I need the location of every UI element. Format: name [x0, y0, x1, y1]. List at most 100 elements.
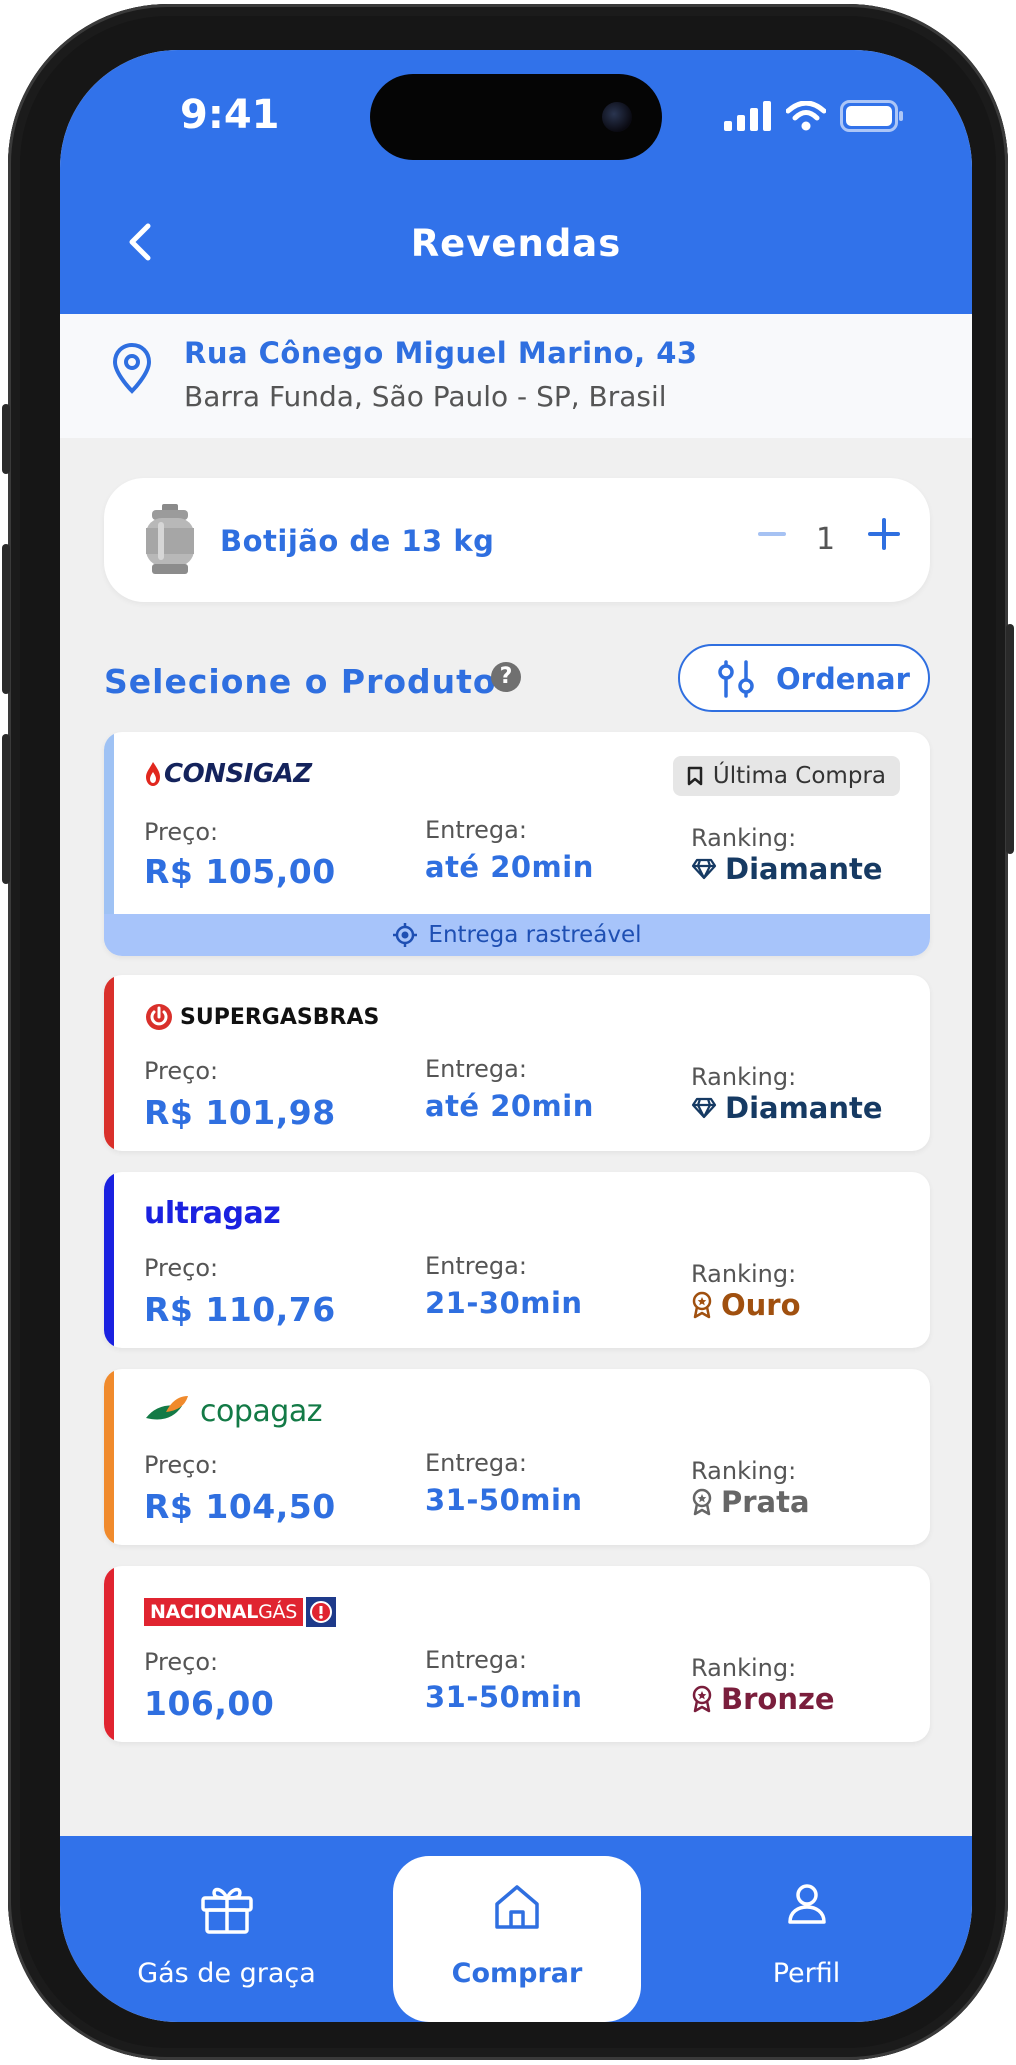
- tab-free-gas[interactable]: Gás de graça: [60, 1836, 393, 2022]
- delivery-label: Entrega:: [425, 816, 527, 844]
- increase-quantity-button[interactable]: [864, 514, 904, 554]
- seller-ranking: Prata: [691, 1485, 810, 1519]
- seller-ranking: Diamante: [691, 1091, 883, 1125]
- status-icons: [724, 100, 904, 132]
- side-button: [2, 404, 10, 474]
- seller-delivery-time: 31-50min: [425, 1680, 583, 1714]
- tab-profile-label: Perfil: [772, 1958, 841, 1989]
- card-stripe: [104, 1172, 114, 1348]
- seller-price: R$ 110,76: [144, 1290, 336, 1329]
- consigaz-logo-text: CONSIGAZ: [164, 759, 312, 789]
- power-button: [1006, 624, 1014, 854]
- dynamic-island: [370, 74, 662, 160]
- price-label: Preço:: [144, 1451, 219, 1479]
- copagaz-leaf-icon: [146, 1396, 188, 1420]
- product-selector: Botijão de 13 kg 1: [104, 478, 930, 602]
- ranking-value: Diamante: [725, 852, 883, 886]
- nacionalgas-emblem-icon: [305, 1597, 336, 1627]
- seller-price: R$ 105,00: [144, 852, 336, 891]
- ranking-label: Ranking:: [691, 1260, 797, 1288]
- seller-card-supergasbras[interactable]: SUPERGASBRAS Preço: R$ 101,98 Entrega: a…: [104, 975, 930, 1151]
- card-stripe: [104, 975, 114, 1151]
- product-name: Botijão de 13 kg: [220, 524, 495, 558]
- delivery-label: Entrega:: [425, 1646, 527, 1674]
- tab-buy-content: Comprar: [393, 1836, 641, 2022]
- supergasbras-logo: SUPERGASBRAS: [144, 999, 379, 1035]
- seller-ranking: Ouro: [691, 1288, 801, 1322]
- medal-icon: [692, 1685, 712, 1713]
- sort-button-label: Ordenar: [776, 662, 910, 696]
- power-logo-icon: [146, 1004, 172, 1030]
- sliders-icon: [718, 660, 754, 698]
- gift-icon: [200, 1887, 253, 1934]
- ranking-label: Ranking:: [691, 1654, 797, 1682]
- seller-card-nacionalgas[interactable]: NACIONALGÁS Preço: 106,00 Entrega: 31-50…: [104, 1566, 930, 1742]
- volume-down-button: [2, 734, 10, 884]
- seller-ranking: Diamante: [691, 852, 883, 886]
- app-header: 9:41 Revendas: [60, 50, 972, 314]
- ultragaz-logo: ultragaz: [144, 1196, 281, 1232]
- signal-icon: [724, 101, 771, 131]
- delivery-address[interactable]: Rua Cônego Miguel Marino, 43 Barra Funda…: [60, 314, 972, 438]
- tab-profile[interactable]: Perfil: [641, 1836, 972, 2022]
- home-icon: [495, 1885, 539, 1929]
- address-street: Rua Cônego Miguel Marino, 43: [184, 336, 698, 370]
- seller-card-consigaz[interactable]: CONSIGAZ Última Compra Preço: R$ 105,00 …: [104, 732, 930, 956]
- medal-icon: [692, 1488, 712, 1516]
- phone-frame: 9:41 Revendas Rua Cônego Miguel Marino, …: [2, 4, 1014, 2060]
- camera-icon: [602, 102, 632, 132]
- nacionalgas-logo-text-2: GÁS: [258, 1601, 297, 1623]
- user-icon: [787, 1884, 826, 1924]
- card-stripe: [104, 1566, 114, 1742]
- tab-buy-label: Comprar: [451, 1958, 583, 1989]
- volume-up-button: [2, 544, 10, 694]
- tab-buy[interactable]: Comprar: [393, 1856, 641, 2022]
- diamond-icon: [691, 1097, 717, 1119]
- card-stripe: [104, 1369, 114, 1545]
- diamond-icon: [691, 858, 717, 880]
- seller-delivery-time: até 20min: [425, 1089, 594, 1123]
- supergasbras-logo-text: SUPERGASBRAS: [180, 1004, 380, 1030]
- ranking-label: Ranking:: [691, 824, 797, 852]
- seller-price: R$ 101,98: [144, 1093, 336, 1132]
- seller-card-copagaz[interactable]: copagaz Preço: R$ 104,50 Entrega: 31-50m…: [104, 1369, 930, 1545]
- seller-ranking: Bronze: [691, 1682, 835, 1716]
- app-screen: 9:41 Revendas Rua Cônego Miguel Marino, …: [60, 50, 972, 2022]
- price-label: Preço:: [144, 818, 219, 846]
- seller-delivery-time: até 20min: [425, 850, 594, 884]
- bottom-tab-bar: Gás de graça Comprar Perfil: [60, 1836, 972, 2022]
- delivery-label: Entrega:: [425, 1449, 527, 1477]
- price-label: Preço:: [144, 1057, 219, 1085]
- bookmark-icon: [687, 766, 703, 786]
- address-city: Barra Funda, São Paulo - SP, Brasil: [184, 380, 667, 413]
- ranking-value: Diamante: [725, 1091, 883, 1125]
- target-icon: [393, 923, 418, 947]
- ultragaz-logo-text: ultragaz: [144, 1196, 281, 1231]
- help-icon[interactable]: ?: [491, 662, 521, 692]
- nacionalgas-logo-box: NACIONALGÁS: [144, 1598, 303, 1626]
- decrease-quantity-button[interactable]: [752, 514, 792, 554]
- seller-price: R$ 104,50: [144, 1487, 336, 1526]
- seller-price: 106,00: [144, 1684, 275, 1723]
- seller-delivery-time: 31-50min: [425, 1483, 583, 1517]
- ranking-value: Prata: [721, 1485, 810, 1519]
- delivery-label: Entrega:: [425, 1252, 527, 1280]
- last-purchase-badge: Última Compra: [672, 756, 900, 796]
- tab-free-gas-label: Gás de graça: [137, 1958, 316, 1989]
- gas-cylinder-icon: [146, 504, 194, 574]
- copagaz-logo: copagaz: [144, 1393, 322, 1429]
- nacionalgas-logo: NACIONALGÁS: [144, 1594, 336, 1630]
- delivery-label: Entrega:: [425, 1055, 527, 1083]
- copagaz-logo-text: copagaz: [200, 1393, 322, 1429]
- tracking-label: Entrega rastreável: [428, 922, 642, 948]
- price-label: Preço:: [144, 1648, 219, 1676]
- nacionalgas-logo-text-1: NACIONAL: [150, 1601, 259, 1623]
- consigaz-logo: CONSIGAZ: [144, 756, 312, 792]
- last-purchase-label: Última Compra: [712, 763, 886, 789]
- sort-button[interactable]: Ordenar: [678, 644, 930, 712]
- ranking-value: Bronze: [721, 1682, 835, 1716]
- seller-card-ultragaz[interactable]: ultragaz Preço: R$ 110,76 Entrega: 21-30…: [104, 1172, 930, 1348]
- ranking-value: Ouro: [721, 1288, 801, 1322]
- ranking-label: Ranking:: [691, 1063, 797, 1091]
- wifi-icon: [786, 101, 826, 131]
